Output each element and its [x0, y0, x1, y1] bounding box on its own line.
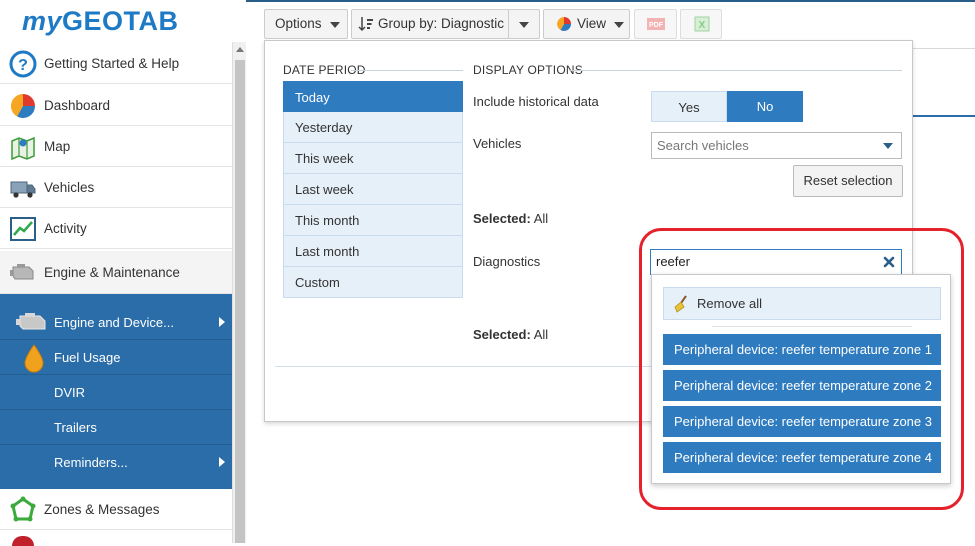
date-period-label: This week [295, 151, 354, 166]
group-by-dropdown-button[interactable] [508, 9, 540, 39]
date-period-label: This month [295, 213, 360, 228]
activity-icon [10, 217, 36, 241]
diagnostics-label: Diagnostics [473, 254, 541, 269]
divider [351, 70, 463, 71]
top-border [246, 0, 975, 2]
zone-icon [10, 496, 36, 522]
date-period-option[interactable]: Today [283, 81, 463, 112]
sort-icon [358, 17, 373, 32]
sidebar-item-map[interactable]: Map [0, 126, 232, 167]
date-period-option[interactable]: Last month [283, 236, 463, 267]
dashboard-icon [10, 93, 35, 119]
sidebar-item-vehicles[interactable]: Vehicles [0, 167, 232, 208]
date-period-option[interactable]: This week [283, 143, 463, 174]
chevron-down-icon [614, 22, 624, 28]
engine-icon [10, 264, 34, 280]
sidebar-item-activity[interactable]: Activity [0, 208, 232, 249]
highlight-annotation [639, 228, 964, 510]
sidebar-subitem-dvir[interactable]: DVIR [0, 375, 232, 410]
truck-icon [10, 181, 36, 198]
date-period-option[interactable]: Custom [283, 267, 463, 298]
pie-chart-icon [557, 17, 571, 31]
sidebar-item-zones-messages[interactable]: Zones & Messages [0, 489, 232, 530]
header-divider [913, 48, 975, 49]
date-period-label: Yesterday [295, 120, 353, 135]
include-historical-label: Include historical data [473, 94, 599, 109]
date-period-label: Custom [295, 275, 340, 290]
svg-text:?: ? [18, 57, 28, 74]
pdf-export-button[interactable]: PDF [634, 9, 677, 39]
help-icon: ? [9, 50, 37, 78]
sidebar-item-getting-started[interactable]: ? Getting Started & Help [0, 43, 232, 84]
sidebar-scrollbar[interactable] [232, 42, 246, 543]
svg-text:PDF: PDF [649, 22, 664, 29]
chevron-down-icon [330, 22, 340, 28]
date-period-label: Last month [295, 244, 360, 259]
chevron-right-icon [219, 457, 225, 467]
chevron-right-icon [219, 317, 225, 327]
svg-text:X: X [699, 20, 706, 31]
date-period-option[interactable]: Yesterday [283, 112, 463, 143]
scroll-thumb[interactable] [235, 60, 245, 543]
scroll-up-icon[interactable] [236, 47, 244, 52]
diagnostics-selected-summary: Selected: All [473, 327, 549, 342]
vehicles-selected-summary: Selected: All [473, 211, 549, 226]
view-button[interactable]: View [543, 9, 630, 39]
group-by-button[interactable]: Group by: Diagnostic [351, 9, 509, 39]
chevron-down-icon [883, 143, 893, 149]
excel-icon: X [694, 16, 710, 32]
date-period-label: Last week [295, 182, 354, 197]
date-period-option[interactable]: Last week [283, 174, 463, 205]
vehicles-label: Vehicles [473, 136, 522, 151]
next-item-icon [12, 536, 34, 546]
fuel-drop-icon [24, 344, 44, 373]
engine-device-icon [16, 313, 46, 330]
vehicles-placeholder: Search vehicles [657, 138, 749, 153]
sidebar-item-engine-maintenance[interactable]: Engine & Maintenance [0, 251, 232, 294]
toggle-yes[interactable]: Yes [651, 91, 727, 122]
options-button[interactable]: Options [264, 9, 348, 39]
sidebar-subitem-reminders[interactable]: Reminders... [0, 445, 232, 489]
divider [569, 70, 902, 71]
sidebar-subitem-engine-device[interactable]: Engine and Device... [0, 305, 232, 340]
sidebar-item-dashboard[interactable]: Dashboard [0, 85, 232, 126]
date-period-label: Today [295, 90, 330, 105]
sidebar: myGEOTAB ? Getting Started & Help Dashbo… [0, 0, 246, 546]
vehicles-search-input[interactable]: Search vehicles [651, 132, 902, 159]
header-underline [913, 115, 975, 117]
toggle-no[interactable]: No [727, 91, 803, 122]
date-period-option[interactable]: This month [283, 205, 463, 236]
excel-export-button[interactable]: X [680, 9, 722, 39]
display-options-title: DISPLAY OPTIONS [473, 63, 583, 77]
chevron-down-icon [519, 22, 529, 28]
reset-selection-button[interactable]: Reset selection [793, 165, 903, 197]
sidebar-subitem-trailers[interactable]: Trailers [0, 410, 232, 445]
pdf-icon: PDF [647, 18, 665, 30]
map-icon [11, 136, 35, 161]
sidebar-subitem-fuel-usage[interactable]: Fuel Usage [0, 340, 232, 375]
mygeotab-logo[interactable]: myGEOTAB [22, 6, 179, 37]
